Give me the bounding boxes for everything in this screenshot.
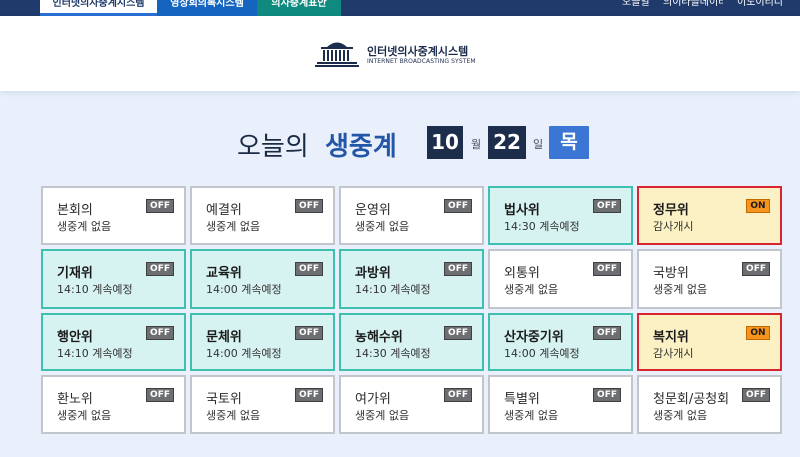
committee-name: 운영위 xyxy=(355,203,391,218)
committee-card[interactable]: 특별위생중계 없음 OFF xyxy=(488,375,633,434)
committee-card[interactable]: 정무위감사개시 ON xyxy=(637,186,782,245)
committee-card[interactable]: 본회의생중계 없음 OFF xyxy=(41,186,186,245)
committee-name: 국방위 xyxy=(653,266,689,281)
committee-status: 감사개시 xyxy=(653,347,694,360)
committee-status: 14:00 계속예정 xyxy=(206,283,282,296)
committee-card[interactable]: 국방위생중계 없음 OFF xyxy=(637,249,782,309)
live-status-badge: OFF xyxy=(742,388,770,402)
date-day-unit: 일 xyxy=(533,138,544,151)
logo-title-english: INTERNET BROADCASTING SYSTEM xyxy=(367,58,476,65)
committee-status: 생중계 없음 xyxy=(206,409,261,422)
date-month: 10 xyxy=(427,126,463,159)
committee-name: 행안위 xyxy=(57,330,93,345)
live-status-badge: OFF xyxy=(444,388,472,402)
committee-name: 국토위 xyxy=(206,392,242,407)
committee-name: 산자중기위 xyxy=(504,330,564,345)
live-status-badge: OFF xyxy=(295,199,323,213)
util-link-3[interactable]: 이도이리디 xyxy=(737,0,787,16)
committee-status: 생중계 없음 xyxy=(57,409,112,422)
committee-card[interactable]: 청문회/공청회생중계 없음 OFF xyxy=(637,375,782,434)
live-status-badge: OFF xyxy=(593,199,621,213)
committee-name: 환노위 xyxy=(57,392,93,407)
committee-name: 교육위 xyxy=(206,266,242,281)
live-status-badge: OFF xyxy=(444,262,472,276)
live-status-badge: OFF xyxy=(295,388,323,402)
committee-status: 14:30 계속예정 xyxy=(355,347,431,360)
committee-card[interactable]: 운영위생중계 없음 OFF xyxy=(339,186,484,245)
date-weekday: 목 xyxy=(549,126,589,159)
live-status-badge: ON xyxy=(746,199,770,213)
committee-status: 생중계 없음 xyxy=(504,283,559,296)
committee-card[interactable]: 문체위 14:00 계속예정 OFF xyxy=(190,313,335,371)
tab-video-minutes[interactable]: 영상회의록시스템 xyxy=(157,0,257,16)
committee-status: 생중계 없음 xyxy=(653,409,708,422)
committee-name: 외통위 xyxy=(504,266,540,281)
live-status-badge: OFF xyxy=(444,326,472,340)
site-logo[interactable]: 인터넷의사중계시스템 INTERNET BROADCASTING SYSTEM xyxy=(313,38,476,70)
date-month-unit: 월 xyxy=(471,138,482,151)
committee-name: 청문회/공청회 xyxy=(653,392,730,407)
committee-card[interactable]: 국토위생중계 없음 OFF xyxy=(190,375,335,434)
committee-card[interactable]: 과방위 14:10 계속예정 OFF xyxy=(339,249,484,309)
live-status-badge: OFF xyxy=(444,199,472,213)
committee-name: 농해수위 xyxy=(355,330,403,345)
live-status-badge: OFF xyxy=(146,326,174,340)
committee-status: 생중계 없음 xyxy=(355,220,410,233)
tab-internet-broadcast[interactable]: 인터넷의사중계시스템 xyxy=(40,0,157,16)
committee-name: 여가위 xyxy=(355,392,391,407)
committee-name: 기재위 xyxy=(57,266,93,281)
committee-status: 생중계 없음 xyxy=(504,409,559,422)
committee-name: 복지위 xyxy=(653,330,689,345)
page-title-prefix: 오늘의 xyxy=(237,132,309,162)
committee-name: 과방위 xyxy=(355,266,391,281)
committee-name: 본회의 xyxy=(57,203,93,218)
live-status-badge: OFF xyxy=(146,262,174,276)
committee-status: 감사개시 xyxy=(653,220,694,233)
live-status-badge: OFF xyxy=(593,262,621,276)
date-day: 22 xyxy=(488,126,526,159)
committee-name: 예결위 xyxy=(206,203,242,218)
tab-broadcast-schedule[interactable]: 의사중계표안 xyxy=(257,0,341,16)
committee-status: 14:30 계속예정 xyxy=(504,220,580,233)
committee-name: 정무위 xyxy=(653,203,689,218)
site-header: 인터넷의사중계시스템 INTERNET BROADCASTING SYSTEM xyxy=(0,16,800,91)
live-status-badge: OFF xyxy=(146,388,174,402)
live-status-badge: OFF xyxy=(593,388,621,402)
committee-status: 생중계 없음 xyxy=(206,220,261,233)
committee-card[interactable]: 여가위생중계 없음 OFF xyxy=(339,375,484,434)
top-nav-bar: 인터넷의사중계시스템 영상회의록시스템 의사중계표안 오늘일 의이라블데이터 이… xyxy=(0,0,800,16)
committee-status: 14:00 계속예정 xyxy=(504,347,580,360)
committee-status: 14:10 계속예정 xyxy=(57,347,133,360)
committee-status: 생중계 없음 xyxy=(355,409,410,422)
committee-name: 문체위 xyxy=(206,330,242,345)
live-status-badge: OFF xyxy=(146,199,174,213)
committee-name: 법사위 xyxy=(504,203,540,218)
committee-name: 특별위 xyxy=(504,392,540,407)
committee-status: 생중계 없음 xyxy=(57,220,112,233)
committee-status: 14:00 계속예정 xyxy=(206,347,282,360)
committee-card[interactable]: 기재위 14:10 계속예정 OFF xyxy=(41,249,186,309)
live-status-badge: OFF xyxy=(295,326,323,340)
committee-card[interactable]: 복지위감사개시 ON xyxy=(637,313,782,371)
committee-status: 14:10 계속예정 xyxy=(57,283,133,296)
live-status-badge: OFF xyxy=(742,262,770,276)
committee-card[interactable]: 예결위생중계 없음 OFF xyxy=(190,186,335,245)
live-status-badge: ON xyxy=(746,326,770,340)
assembly-building-icon xyxy=(315,42,359,67)
committee-card[interactable]: 외통위생중계 없음 OFF xyxy=(488,249,633,309)
live-status-badge: OFF xyxy=(295,262,323,276)
committee-card[interactable]: 농해수위 14:30 계속예정 OFF xyxy=(339,313,484,371)
util-link-1[interactable]: 오늘일 xyxy=(622,0,662,16)
page-title-accent: 생중계 xyxy=(325,132,397,162)
committee-card[interactable]: 행안위 14:10 계속예정 OFF xyxy=(41,313,186,371)
committee-status: 생중계 없음 xyxy=(653,283,708,296)
live-status-badge: OFF xyxy=(593,326,621,340)
logo-title-korean: 인터넷의사중계시스템 xyxy=(367,45,469,58)
committee-card[interactable]: 산자중기위 14:00 계속예정 OFF xyxy=(488,313,633,371)
committee-card[interactable]: 환노위생중계 없음 OFF xyxy=(41,375,186,434)
committee-card[interactable]: 법사위 14:30 계속예정 OFF xyxy=(488,186,633,245)
committee-status: 14:10 계속예정 xyxy=(355,283,431,296)
committee-card[interactable]: 교육위 14:00 계속예정 OFF xyxy=(190,249,335,309)
util-link-2[interactable]: 의이라블데이터 xyxy=(663,0,723,16)
